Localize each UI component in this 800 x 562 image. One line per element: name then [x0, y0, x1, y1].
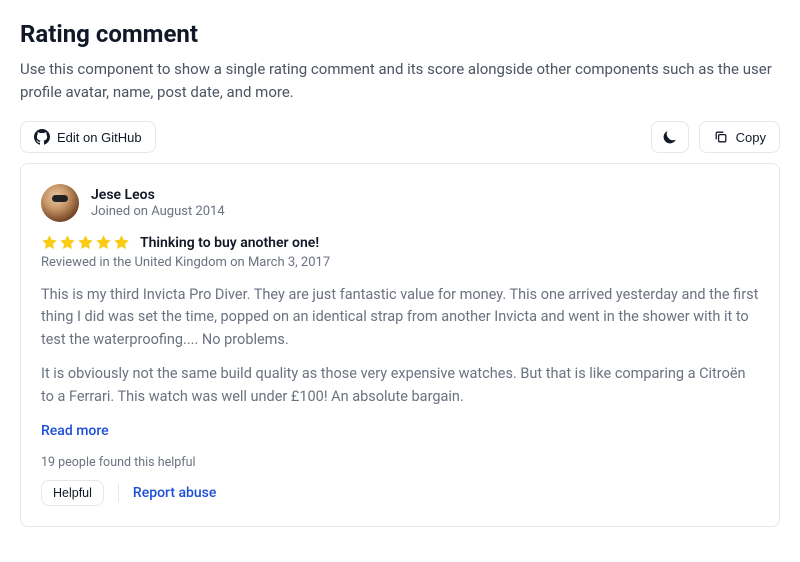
- dark-mode-toggle[interactable]: [651, 121, 689, 153]
- user-info: Jese Leos Joined on August 2014: [91, 187, 225, 219]
- review-body: This is my third Invicta Pro Diver. They…: [41, 284, 759, 408]
- edit-github-label: Edit on GitHub: [57, 130, 142, 145]
- copy-icon: [713, 129, 729, 145]
- star-icon: [113, 234, 130, 251]
- toolbar-right: Copy: [651, 121, 780, 153]
- star-icon: [41, 234, 58, 251]
- page-title: Rating comment: [20, 20, 780, 48]
- helpful-button[interactable]: Helpful: [41, 480, 104, 506]
- rating-stars: [41, 234, 130, 251]
- rating-row: Thinking to buy another one!: [41, 234, 759, 251]
- user-joined: Joined on August 2014: [91, 204, 225, 219]
- review-card: Jese Leos Joined on August 2014 Thinking…: [20, 163, 780, 527]
- user-name: Jese Leos: [91, 187, 225, 203]
- page-description: Use this component to show a single rati…: [20, 58, 780, 103]
- review-actions: Helpful Report abuse: [41, 480, 759, 506]
- helpful-count: 19 people found this helpful: [41, 455, 759, 470]
- review-paragraph: It is obviously not the same build quali…: [41, 363, 759, 408]
- review-header: Jese Leos Joined on August 2014: [41, 184, 759, 222]
- review-meta: Reviewed in the United Kingdom on March …: [41, 255, 759, 270]
- report-abuse-link[interactable]: Report abuse: [133, 485, 216, 501]
- copy-button[interactable]: Copy: [699, 121, 780, 153]
- review-paragraph: This is my third Invicta Pro Diver. They…: [41, 284, 759, 351]
- star-icon: [77, 234, 94, 251]
- avatar: [41, 184, 79, 222]
- toolbar: Edit on GitHub Copy: [20, 121, 780, 153]
- copy-label: Copy: [736, 130, 766, 145]
- review-title: Thinking to buy another one!: [140, 235, 319, 251]
- star-icon: [95, 234, 112, 251]
- github-icon: [34, 129, 50, 145]
- edit-github-button[interactable]: Edit on GitHub: [20, 121, 156, 153]
- star-icon: [59, 234, 76, 251]
- divider: [118, 484, 119, 502]
- read-more-link[interactable]: Read more: [41, 423, 109, 439]
- moon-icon: [662, 129, 678, 145]
